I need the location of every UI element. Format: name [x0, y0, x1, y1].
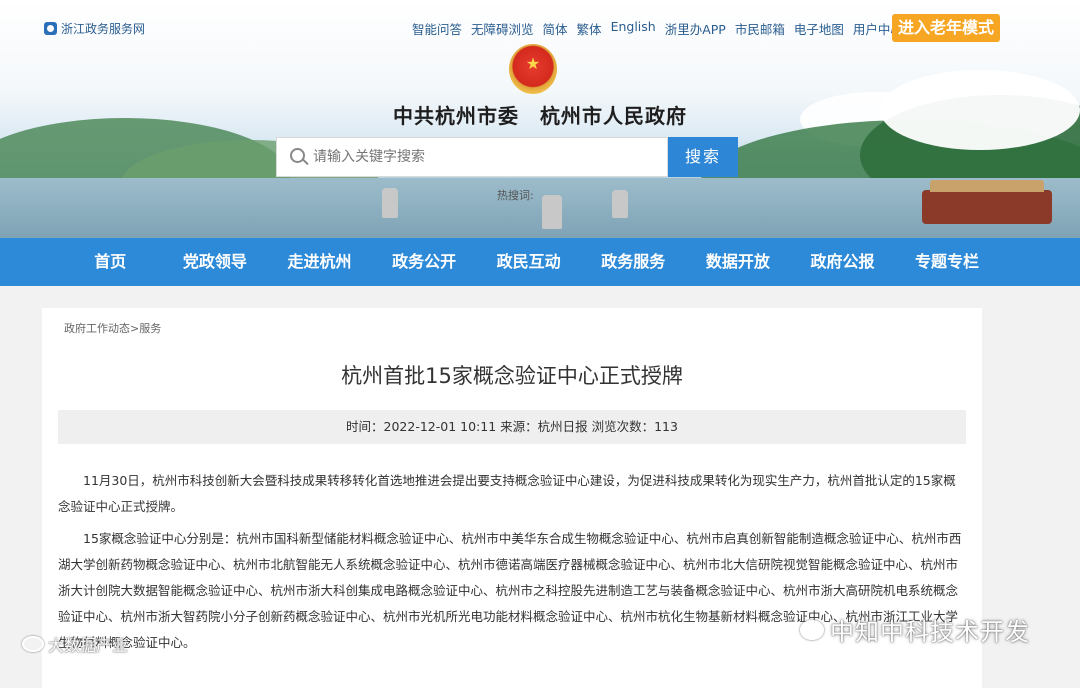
nav-item-interaction[interactable]: 政民互动 — [476, 238, 581, 286]
breadcrumb-section[interactable]: 政府工作动态 — [64, 322, 130, 335]
banner-lake — [0, 178, 1080, 238]
article-title: 杭州首批15家概念验证中心正式授牌 — [341, 364, 683, 388]
page-title: 中共杭州市委 杭州市人民政府 — [393, 104, 687, 128]
wechat-watermark-text: 中知中科技术开发 — [830, 618, 1030, 646]
top-link-simplified[interactable]: 简体 — [543, 19, 568, 38]
search-box — [276, 137, 668, 177]
nav-item-home[interactable]: 首页 — [58, 238, 163, 286]
breadcrumb: 政府工作动态>服务 — [64, 320, 161, 336]
top-link-ai-qa[interactable]: 智能问答 — [412, 19, 462, 38]
zhejiang-logo-icon — [44, 22, 57, 35]
article-paragraph: 11月30日，杭州市科技创新大会暨科技成果转移转化首选地推进会提出要支持概念验证… — [58, 473, 956, 514]
stone-pagoda — [542, 195, 562, 229]
elder-mode-button[interactable]: 进入老年模式 — [892, 14, 1001, 42]
search-button[interactable]: 搜索 — [668, 137, 738, 177]
top-links: 智能问答 无障碍浏览 简体 繁体 English 浙里办APP 市民邮箱 电子地… — [412, 19, 903, 38]
top-link-mail[interactable]: 市民邮箱 — [735, 19, 785, 38]
wechat-icon — [800, 619, 824, 640]
top-link-accessibility[interactable]: 无障碍浏览 — [471, 19, 534, 38]
stone-pagoda — [382, 188, 398, 218]
top-link-app[interactable]: 浙里办APP — [665, 19, 726, 38]
nav-item-gazette[interactable]: 政府公报 — [790, 238, 895, 286]
nav-item-special-topics[interactable]: 专题专栏 — [895, 238, 1000, 286]
banner-boat — [922, 180, 1052, 224]
site-logo-link[interactable]: 浙江政务服务网 — [44, 20, 145, 37]
nav-item-about-hangzhou[interactable]: 走进杭州 — [267, 238, 372, 286]
site-name: 浙江政务服务网 — [61, 22, 146, 36]
weibo-icon — [22, 636, 44, 652]
search-input[interactable] — [311, 138, 667, 176]
search-icon — [287, 145, 311, 169]
top-link-map[interactable]: 电子地图 — [794, 19, 844, 38]
weibo-watermark-text: 大数据产业 — [48, 636, 129, 655]
wechat-watermark: 中知中科技术开发 — [800, 612, 1030, 647]
nav-item-services[interactable]: 政务服务 — [581, 238, 686, 286]
nav-item-open-data[interactable]: 数据开放 — [686, 238, 791, 286]
main-nav: 首页 党政领导 走进杭州 政务公开 政民互动 政务服务 数据开放 政府公报 专题… — [0, 238, 1080, 286]
weibo-watermark: 大数据产业 — [22, 632, 128, 656]
header-banner: 浙江政务服务网 智能问答 无障碍浏览 简体 繁体 English 浙里办APP … — [0, 0, 1080, 238]
nav-item-disclosure[interactable]: 政务公开 — [372, 238, 477, 286]
stone-pagoda — [612, 190, 628, 218]
breadcrumb-page[interactable]: 服务 — [139, 322, 161, 335]
search-bar: 搜索 — [276, 137, 738, 177]
top-bar: 浙江政务服务网 智能问答 无障碍浏览 简体 繁体 English 浙里办APP … — [0, 14, 1080, 42]
national-emblem-icon: ★ — [509, 44, 557, 94]
hot-search-label: 热搜词: — [497, 189, 534, 202]
article-meta: 时间：2022-12-01 10:11 来源：杭州日报 浏览次数：113 — [58, 410, 966, 444]
top-link-english[interactable]: English — [611, 19, 656, 38]
nav-item-leaders[interactable]: 党政领导 — [163, 238, 268, 286]
top-link-traditional[interactable]: 繁体 — [577, 19, 602, 38]
breadcrumb-separator: > — [130, 322, 140, 335]
